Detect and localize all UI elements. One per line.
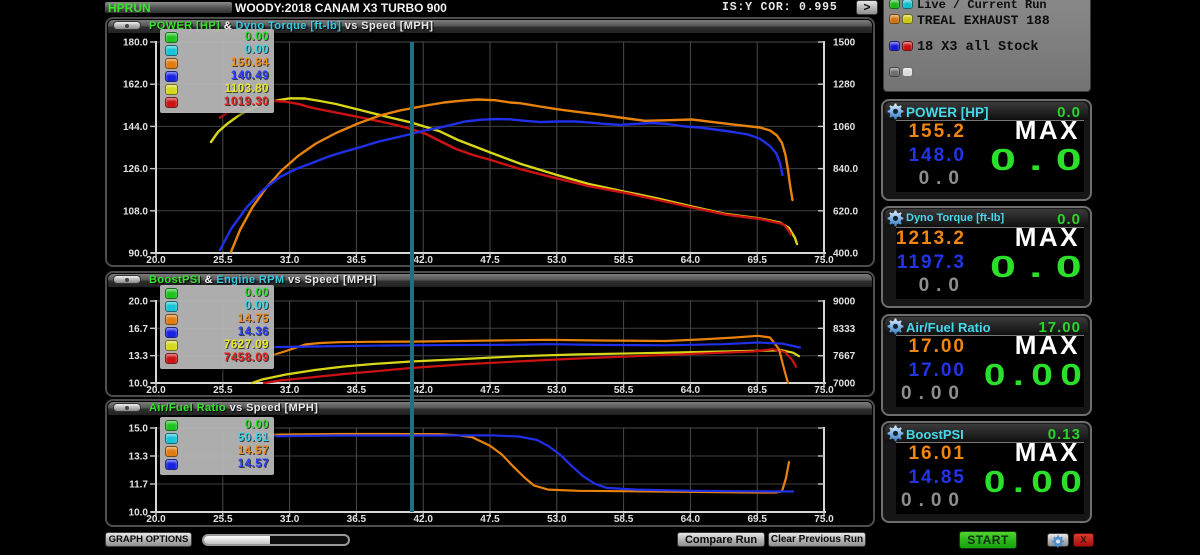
- svg-text:126.0: 126.0: [123, 164, 148, 175]
- svg-text:108.0: 108.0: [123, 206, 148, 217]
- svg-text:31.0: 31.0: [280, 255, 300, 265]
- svg-text:47.5: 47.5: [480, 255, 500, 265]
- svg-text:620.0: 620.0: [833, 206, 858, 217]
- svg-text:13.3: 13.3: [129, 351, 149, 362]
- svg-text:20.0: 20.0: [146, 385, 166, 395]
- svg-text:7667: 7667: [833, 351, 856, 362]
- svg-text:8333: 8333: [833, 324, 856, 335]
- svg-text:53.0: 53.0: [547, 514, 567, 525]
- svg-text:7000: 7000: [833, 379, 856, 390]
- svg-text:1500: 1500: [833, 38, 856, 49]
- svg-text:13.3: 13.3: [129, 452, 149, 463]
- svg-text:25.5: 25.5: [213, 385, 233, 395]
- svg-text:1060: 1060: [833, 122, 856, 133]
- svg-text:47.5: 47.5: [480, 385, 500, 395]
- svg-text:20.0: 20.0: [146, 514, 166, 525]
- svg-text:58.5: 58.5: [614, 255, 634, 265]
- svg-text:69.5: 69.5: [747, 255, 767, 265]
- svg-text:25.5: 25.5: [213, 255, 233, 265]
- svg-text:11.7: 11.7: [129, 480, 148, 491]
- svg-text:840.0: 840.0: [833, 164, 858, 175]
- svg-text:162.0: 162.0: [123, 80, 148, 91]
- svg-text:180.0: 180.0: [123, 38, 148, 49]
- svg-text:20.0: 20.0: [146, 255, 166, 265]
- svg-text:36.5: 36.5: [347, 255, 367, 265]
- svg-text:42.0: 42.0: [413, 514, 433, 525]
- svg-text:400.0: 400.0: [833, 249, 858, 260]
- svg-text:36.5: 36.5: [347, 514, 367, 525]
- svg-text:1280: 1280: [833, 80, 856, 91]
- svg-text:42.0: 42.0: [413, 255, 433, 265]
- svg-text:53.0: 53.0: [547, 385, 567, 395]
- svg-text:47.5: 47.5: [480, 514, 500, 525]
- svg-text:25.5: 25.5: [213, 514, 233, 525]
- svg-text:64.0: 64.0: [681, 385, 701, 395]
- svg-text:53.0: 53.0: [547, 255, 567, 265]
- svg-text:36.5: 36.5: [347, 385, 367, 395]
- svg-text:144.0: 144.0: [123, 122, 148, 133]
- svg-text:69.5: 69.5: [747, 385, 767, 395]
- svg-text:64.0: 64.0: [681, 514, 701, 525]
- svg-text:15.0: 15.0: [129, 424, 149, 435]
- svg-text:58.5: 58.5: [614, 385, 634, 395]
- svg-text:69.5: 69.5: [747, 514, 767, 525]
- svg-text:42.0: 42.0: [413, 385, 433, 395]
- svg-text:9000: 9000: [833, 297, 856, 308]
- svg-text:16.7: 16.7: [129, 324, 149, 335]
- svg-text:75.0: 75.0: [814, 385, 834, 395]
- svg-text:31.0: 31.0: [280, 514, 300, 525]
- svg-text:58.5: 58.5: [614, 514, 634, 525]
- svg-text:75.0: 75.0: [814, 514, 834, 525]
- svg-text:75.0: 75.0: [814, 255, 834, 265]
- svg-text:64.0: 64.0: [681, 255, 701, 265]
- svg-text:31.0: 31.0: [280, 385, 300, 395]
- svg-text:20.0: 20.0: [129, 297, 149, 308]
